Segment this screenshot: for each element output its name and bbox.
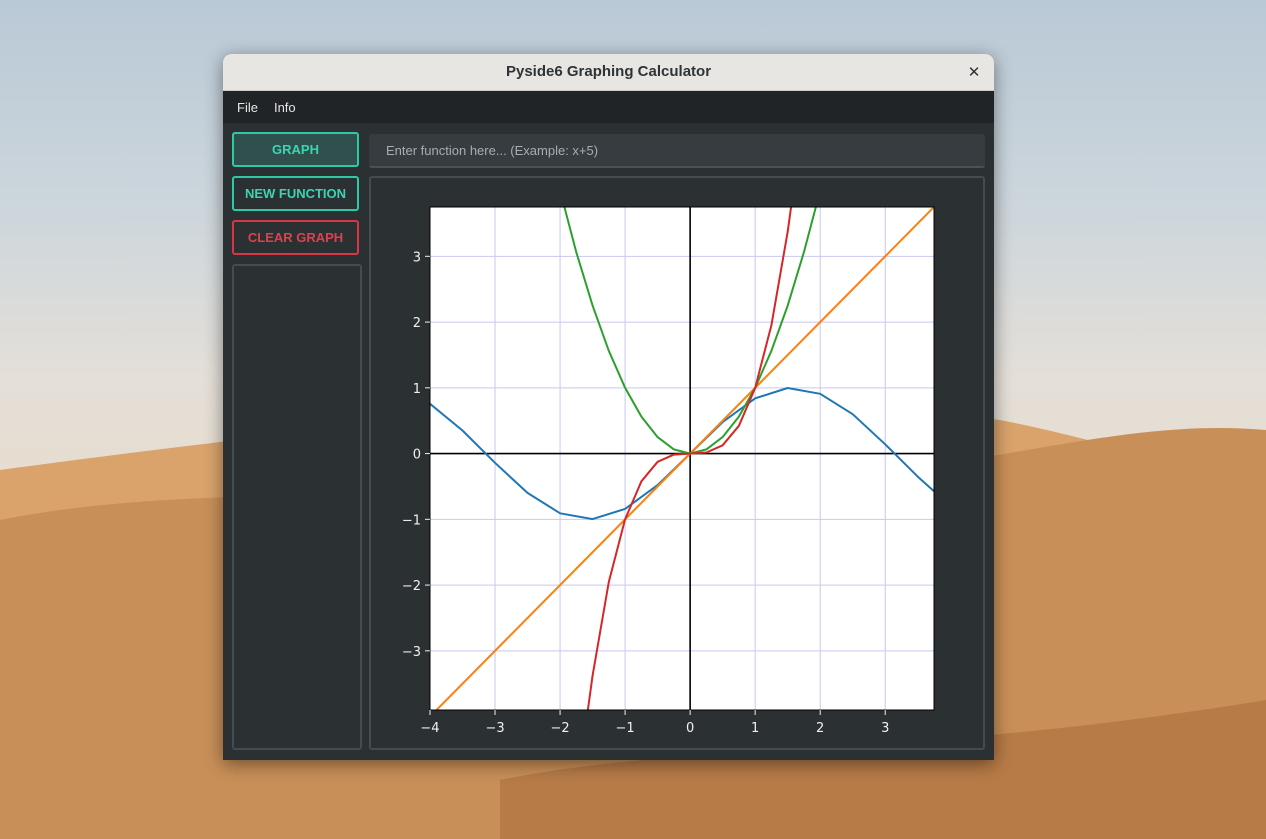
close-icon[interactable]: ✕ xyxy=(964,62,984,82)
menu-info[interactable]: Info xyxy=(266,96,304,119)
menu-bar: File Info xyxy=(223,91,994,123)
y-tick-label: 3 xyxy=(413,250,421,265)
y-tick-label: −1 xyxy=(402,513,421,528)
title-bar[interactable]: Pyside6 Graphing Calculator ✕ xyxy=(223,54,994,91)
plot-frame: −4 −3 −2 −1 0 1 2 3 3 2 1 0 −1 −2 −3 xyxy=(369,176,985,750)
main-content: GRAPH NEW FUNCTION CLEAR GRAPH −4 −3 −2 −1 0… xyxy=(223,123,994,760)
x-tick-label: 0 xyxy=(686,721,694,736)
function-plot: −4 −3 −2 −1 0 1 2 3 3 2 1 0 −1 −2 −3 xyxy=(402,206,935,736)
x-tick-label: −2 xyxy=(550,721,569,736)
x-tick-label: −4 xyxy=(420,721,439,736)
graph-button[interactable]: GRAPH xyxy=(232,132,359,167)
window-title: Pyside6 Graphing Calculator xyxy=(505,63,712,80)
menu-file[interactable]: File xyxy=(229,96,266,119)
y-tick-label: −3 xyxy=(402,645,421,660)
y-tick-label: 0 xyxy=(413,448,421,463)
y-tick-label: −2 xyxy=(402,579,421,594)
x-tick-label: 3 xyxy=(881,721,889,736)
function-list-panel[interactable] xyxy=(232,264,362,750)
x-tick-label: 2 xyxy=(816,721,824,736)
function-input[interactable] xyxy=(369,134,985,168)
y-tick-label: 2 xyxy=(413,316,421,331)
clear-graph-button[interactable]: CLEAR GRAPH xyxy=(232,220,359,255)
y-tick-label: 1 xyxy=(413,382,421,397)
app-window: Pyside6 Graphing Calculator ✕ File Info … xyxy=(223,54,994,760)
x-tick-label: 1 xyxy=(751,721,759,736)
new-function-button[interactable]: NEW FUNCTION xyxy=(232,176,359,211)
x-tick-label: −1 xyxy=(616,721,635,736)
x-tick-label: −3 xyxy=(485,721,504,736)
